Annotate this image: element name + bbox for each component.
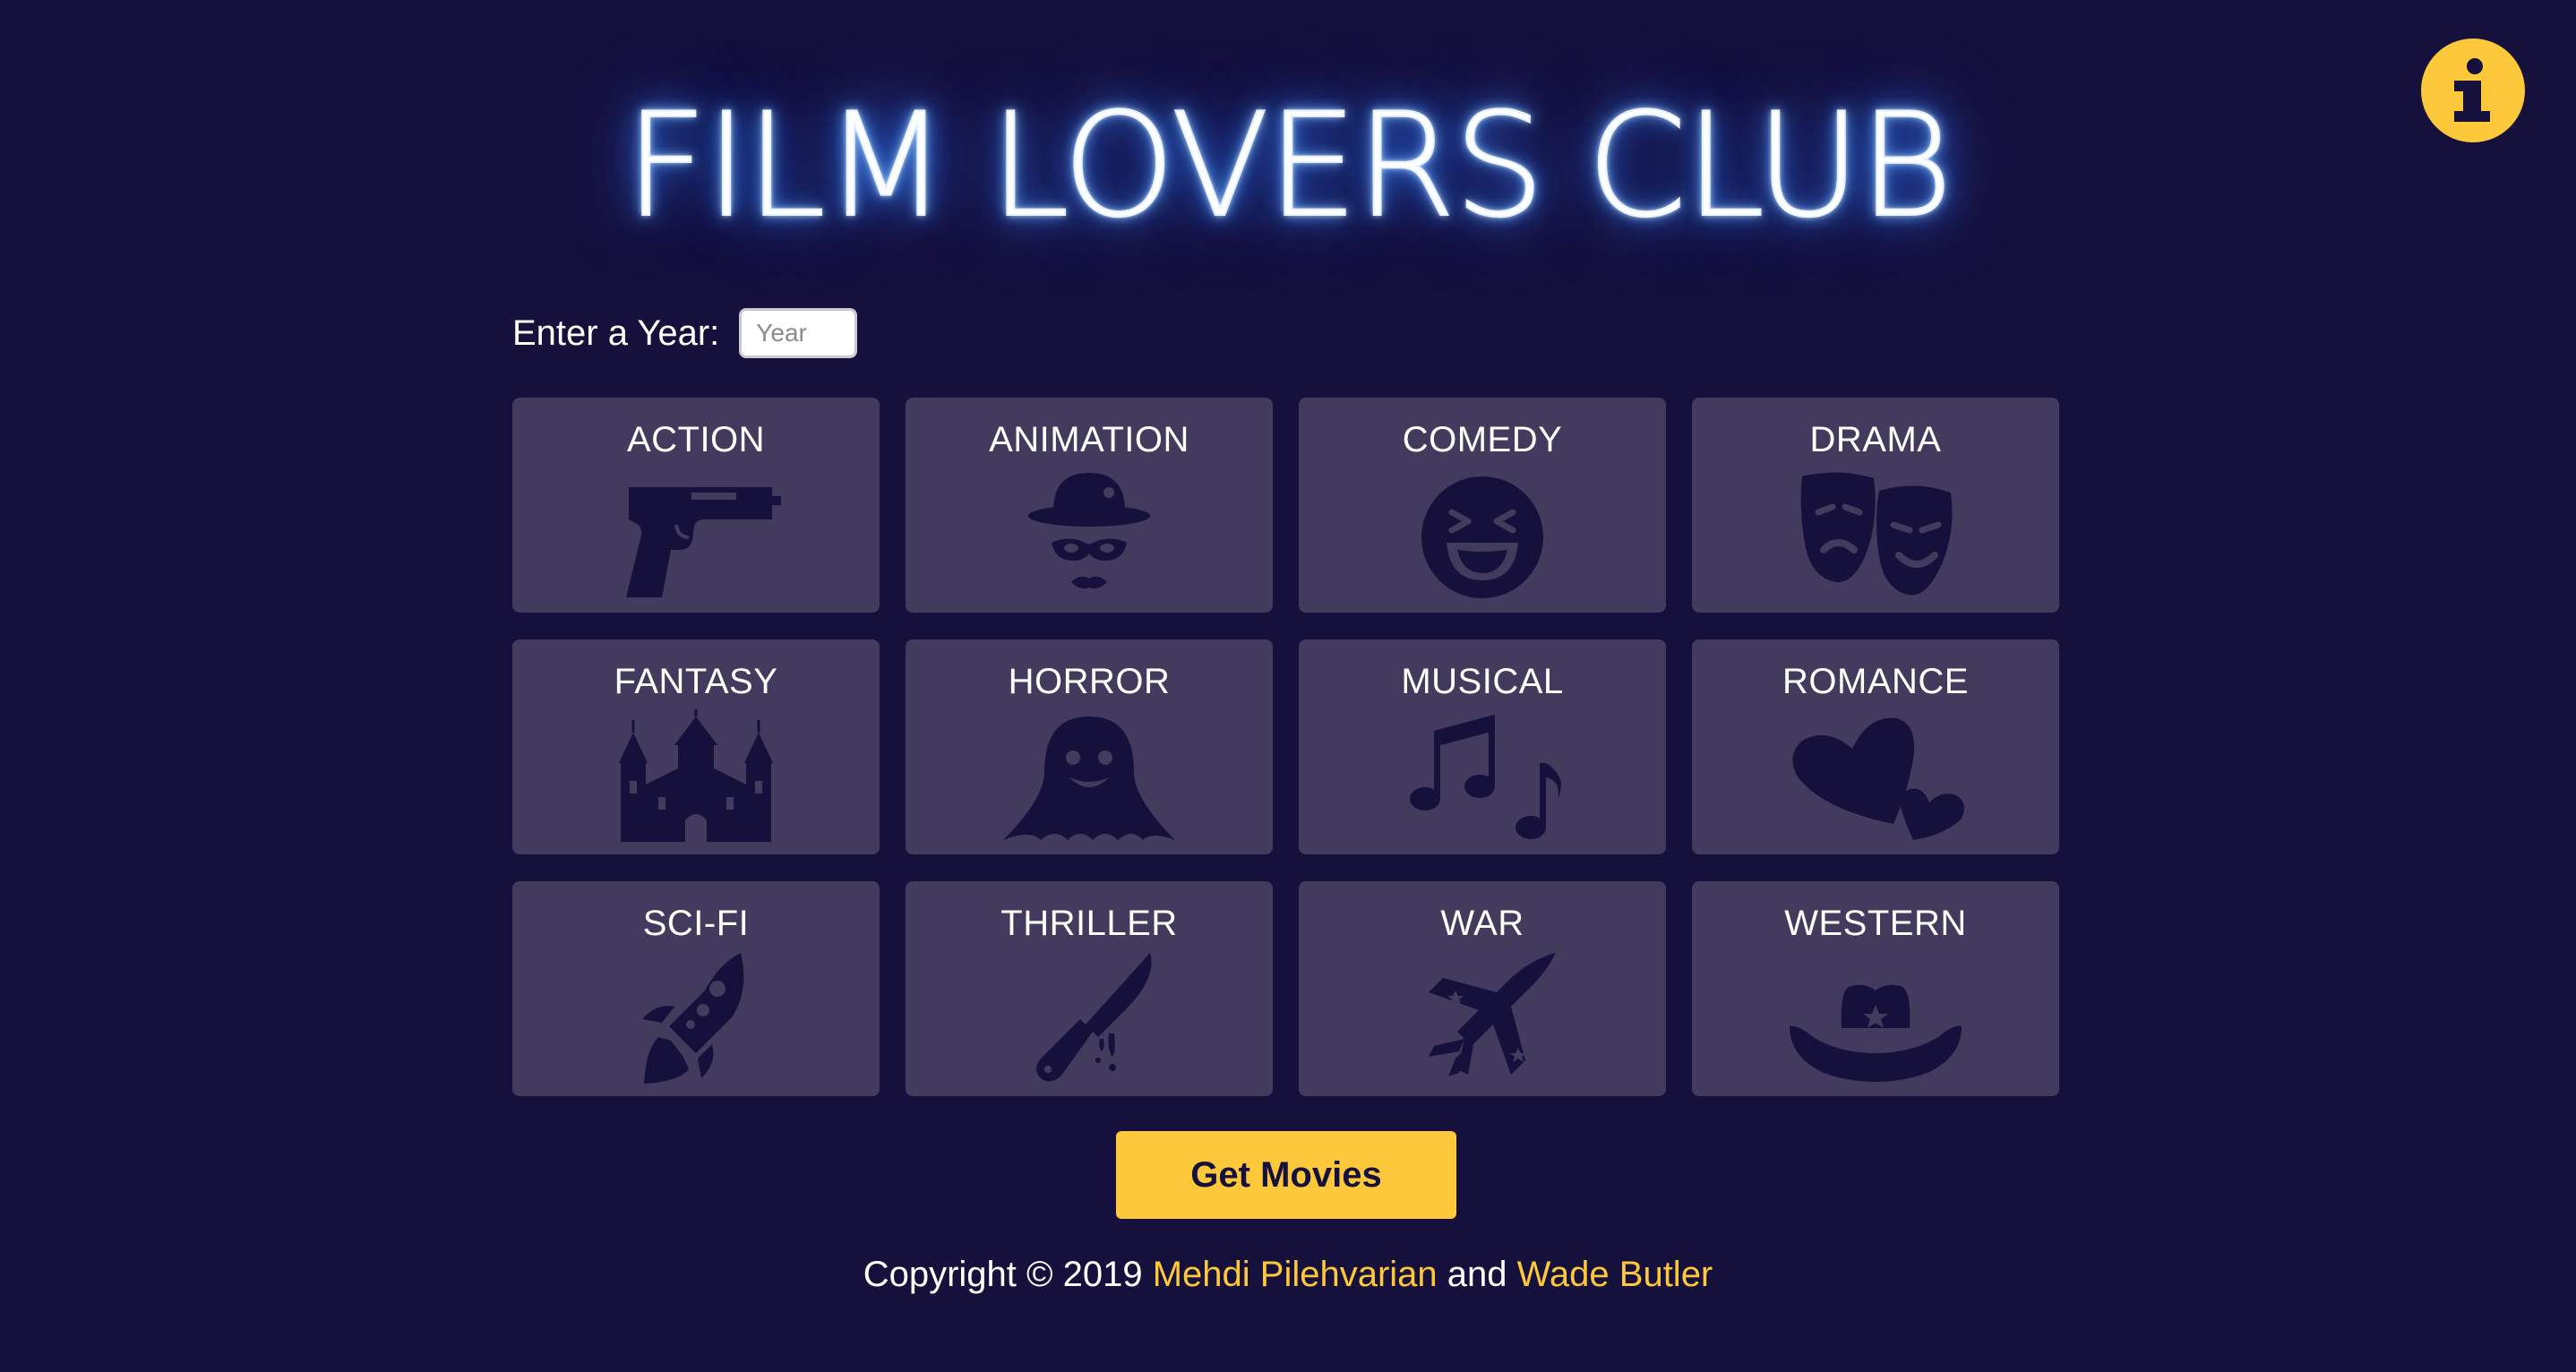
genre-card-action[interactable]: ACTION xyxy=(512,398,880,613)
music-notes-icon xyxy=(1393,709,1572,844)
genre-card-animation[interactable]: ANIMATION xyxy=(906,398,1273,613)
cowboy-hat-icon xyxy=(1786,951,1965,1085)
author-link-1[interactable]: Mehdi Pilehvarian xyxy=(1153,1255,1438,1294)
genre-card-thriller[interactable]: THRILLER xyxy=(906,881,1273,1096)
hearts-icon xyxy=(1786,709,1965,844)
author-link-2[interactable]: Wade Butler xyxy=(1517,1255,1713,1294)
pistol-icon xyxy=(606,467,786,602)
genre-label: FANTASY xyxy=(614,662,778,701)
get-movies-button[interactable]: Get Movies xyxy=(1116,1131,1456,1219)
genre-label: SCI-FI xyxy=(642,904,750,943)
page: FILM LOVERS CLUB Enter a Year: ACTION AN… xyxy=(0,0,2576,1372)
castle-icon xyxy=(606,709,786,844)
year-input[interactable] xyxy=(739,308,858,358)
genre-label: COMEDY xyxy=(1402,420,1563,459)
genre-label: WESTERN xyxy=(1784,904,1967,943)
genre-label: DRAMA xyxy=(1809,420,1942,459)
genre-card-horror[interactable]: HORROR xyxy=(906,639,1273,854)
footer: Copyright © 2019 Mehdi Pilehvarian and W… xyxy=(0,1250,2576,1299)
rocket-icon xyxy=(606,951,786,1085)
genre-card-musical[interactable]: MUSICAL xyxy=(1299,639,1666,854)
theater-masks-icon xyxy=(1786,467,1965,602)
genre-card-romance[interactable]: ROMANCE xyxy=(1692,639,2059,854)
page-title: FILM LOVERS CLUB xyxy=(624,81,1954,250)
bloody-knife-icon xyxy=(1000,951,1179,1085)
fighter-jet-icon xyxy=(1393,951,1572,1085)
genre-label: ANIMATION xyxy=(989,420,1189,459)
genre-card-war[interactable]: WAR xyxy=(1299,881,1666,1096)
genre-label: THRILLER xyxy=(1000,904,1178,943)
genre-grid: ACTION ANIMATION COMEDY DRAMA FANTASY HO… xyxy=(512,398,2060,1096)
genre-label: WAR xyxy=(1440,904,1524,943)
genre-card-western[interactable]: WESTERN xyxy=(1692,881,2059,1096)
genre-card-sci-fi[interactable]: SCI-FI xyxy=(512,881,880,1096)
genre-card-drama[interactable]: DRAMA xyxy=(1692,398,2059,613)
genre-label: MUSICAL xyxy=(1401,662,1564,701)
laughing-face-icon xyxy=(1393,467,1572,602)
genre-label: ACTION xyxy=(626,420,766,459)
genre-card-comedy[interactable]: COMEDY xyxy=(1299,398,1666,613)
footer-joiner: and xyxy=(1437,1255,1517,1294)
ghost-icon xyxy=(1000,709,1179,844)
year-label: Enter a Year: xyxy=(512,313,720,353)
bowler-hat-mask-icon xyxy=(1000,467,1179,602)
year-filter: Enter a Year: xyxy=(512,306,858,360)
genre-label: ROMANCE xyxy=(1782,662,1969,701)
genre-label: HORROR xyxy=(1008,662,1171,701)
genre-card-fantasy[interactable]: FANTASY xyxy=(512,639,880,854)
copyright-text: Copyright © 2019 xyxy=(863,1255,1153,1294)
